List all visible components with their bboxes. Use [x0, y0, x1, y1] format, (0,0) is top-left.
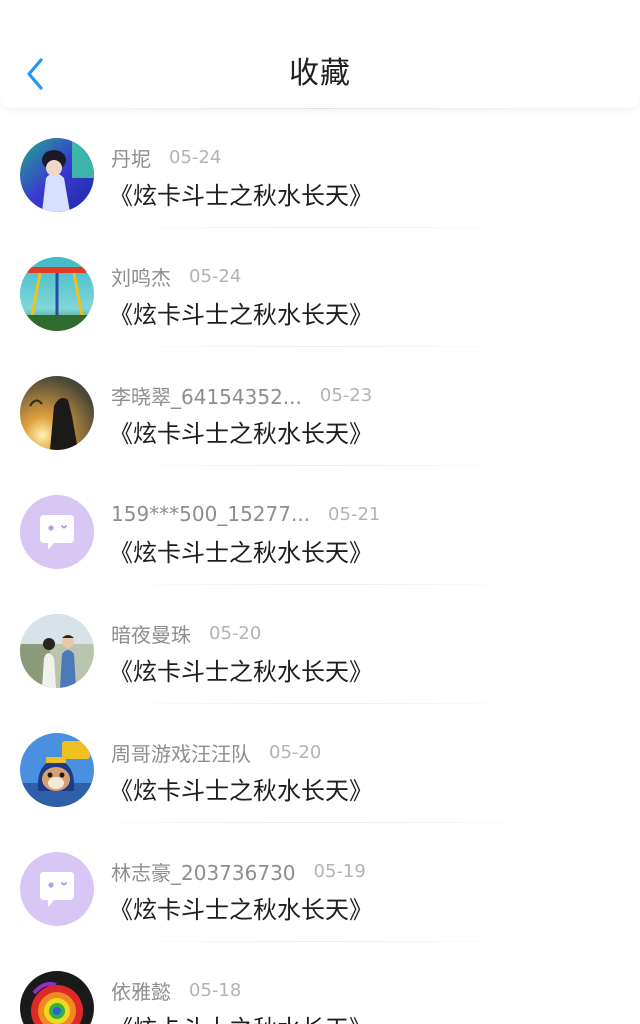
user-name[interactable]: 刘鸣杰: [111, 262, 171, 291]
list-item[interactable]: 依雅懿 05-18 《炫卡斗士之秋水长天》: [0, 941, 640, 1024]
name-row: 依雅懿 05-18: [111, 976, 242, 1005]
name-row: 丹坭 05-24: [111, 143, 222, 172]
date: 05-21: [328, 503, 381, 525]
divider: [110, 941, 530, 942]
date: 05-20: [209, 622, 262, 644]
user-name[interactable]: 周哥游戏汪汪队: [111, 738, 251, 767]
list-item[interactable]: 周哥游戏汪汪队 05-20 《炫卡斗士之秋水长天》: [0, 703, 640, 822]
favorites-list: 丹坭 05-24 《炫卡斗士之秋水长天》 刘鸣杰 05-24 《炫卡斗士之秋水长…: [0, 108, 640, 1024]
date: 05-24: [189, 265, 242, 287]
date: 05-23: [319, 384, 373, 406]
date: 05-24: [169, 146, 222, 168]
divider: [70, 822, 560, 823]
avatar[interactable]: [20, 733, 94, 807]
user-name[interactable]: 依雅懿: [111, 976, 171, 1005]
list-item[interactable]: 李晓翠_64154352... 05-23 《炫卡斗士之秋水长天》: [0, 346, 640, 465]
top-nav-bar: 收藏: [0, 0, 640, 108]
divider: [110, 703, 530, 704]
name-row: 刘鸣杰 05-24: [111, 262, 242, 291]
list-item[interactable]: 刘鸣杰 05-24 《炫卡斗士之秋水长天》: [0, 227, 640, 346]
user-name[interactable]: 丹坭: [111, 143, 151, 172]
user-name[interactable]: 暗夜曼珠: [111, 619, 191, 648]
list-item[interactable]: 林志豪_203736730 05-19 《炫卡斗士之秋水长天》: [0, 822, 640, 941]
name-row: 林志豪_203736730 05-19: [111, 857, 366, 886]
list-item[interactable]: 159***500_15277... 05-21 《炫卡斗士之秋水长天》: [0, 465, 640, 584]
work-title[interactable]: 《炫卡斗士之秋水长天》: [109, 414, 373, 449]
work-title[interactable]: 《炫卡斗士之秋水长天》: [109, 1009, 373, 1024]
user-name[interactable]: 林志豪_203736730: [111, 857, 296, 886]
divider: [110, 465, 530, 466]
work-title[interactable]: 《炫卡斗士之秋水长天》: [109, 771, 373, 806]
list-item[interactable]: 暗夜曼珠 05-20 《炫卡斗士之秋水长天》: [0, 584, 640, 703]
date: 05-18: [189, 979, 242, 1001]
divider: [110, 227, 530, 228]
work-title[interactable]: 《炫卡斗士之秋水长天》: [109, 295, 373, 330]
name-row: 周哥游戏汪汪队 05-20: [111, 738, 322, 767]
default-chat-icon: [20, 495, 94, 569]
default-chat-icon: [20, 852, 94, 926]
user-name[interactable]: 李晓翠_64154352...: [111, 381, 302, 410]
avatar[interactable]: [20, 257, 94, 331]
list-item[interactable]: 丹坭 05-24 《炫卡斗士之秋水长天》: [0, 108, 640, 227]
avatar[interactable]: [20, 138, 94, 212]
divider: [110, 108, 530, 109]
work-title[interactable]: 《炫卡斗士之秋水长天》: [109, 176, 373, 211]
page-title: 收藏: [289, 56, 351, 91]
user-name[interactable]: 159***500_15277...: [111, 502, 310, 526]
avatar[interactable]: [20, 495, 94, 569]
name-row: 李晓翠_64154352... 05-23: [111, 381, 373, 410]
name-row: 159***500_15277... 05-21: [111, 501, 380, 527]
name-row: 暗夜曼珠 05-20: [111, 619, 262, 648]
avatar[interactable]: [20, 614, 94, 688]
work-title[interactable]: 《炫卡斗士之秋水长天》: [109, 890, 373, 925]
divider: [110, 584, 530, 585]
divider: [110, 346, 530, 347]
avatar[interactable]: [20, 852, 94, 926]
work-title[interactable]: 《炫卡斗士之秋水长天》: [109, 652, 373, 687]
work-title[interactable]: 《炫卡斗士之秋水长天》: [109, 533, 373, 568]
date: 05-20: [269, 741, 322, 763]
avatar[interactable]: [20, 971, 94, 1024]
date: 05-19: [313, 860, 366, 882]
avatar[interactable]: [20, 376, 94, 450]
